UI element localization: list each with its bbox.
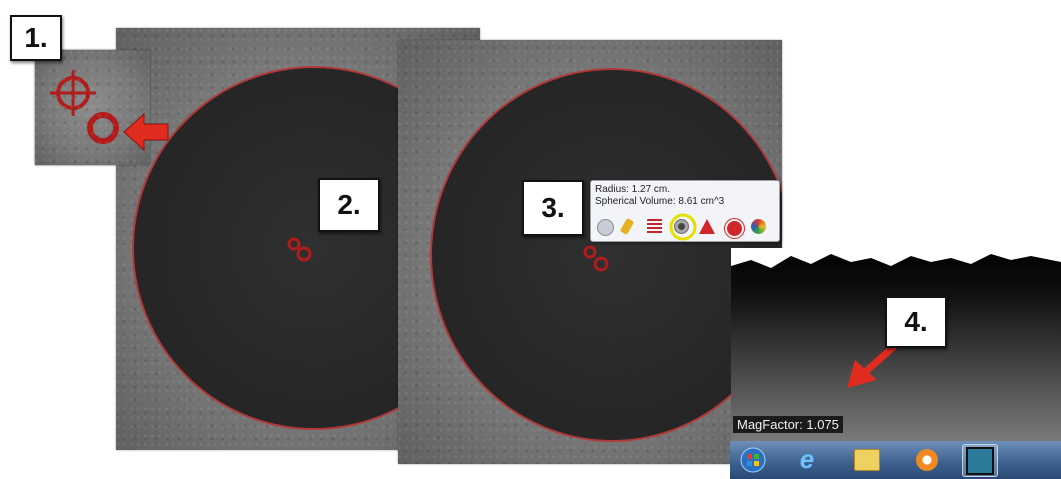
volume-readout: Spherical Volume: 8.61 cm^3 bbox=[595, 196, 725, 207]
magnify-icon[interactable] bbox=[597, 219, 614, 236]
internet-explorer-icon[interactable]: e bbox=[790, 444, 824, 475]
warning-icon[interactable] bbox=[699, 219, 715, 234]
radius-readout: Radius: 1.27 cm. bbox=[595, 184, 671, 195]
windows-start-icon[interactable] bbox=[736, 444, 770, 475]
center-marker-icon bbox=[583, 245, 609, 272]
step-label-2: 2. bbox=[318, 178, 380, 232]
media-player-icon[interactable] bbox=[910, 444, 944, 475]
delete-icon[interactable] bbox=[725, 219, 744, 238]
palette-icon[interactable] bbox=[751, 219, 766, 234]
list-icon[interactable] bbox=[647, 219, 662, 234]
step-label-4: 4. bbox=[885, 296, 947, 348]
file-explorer-icon[interactable] bbox=[850, 444, 884, 475]
step-label-1: 1. bbox=[10, 15, 62, 61]
viewer-app-icon[interactable] bbox=[962, 444, 998, 477]
pen-icon[interactable] bbox=[619, 218, 635, 235]
magfactor-readout: MagFactor: 1.075 bbox=[733, 416, 843, 433]
highlight-ring bbox=[669, 213, 697, 241]
measurement-tooltip: Radius: 1.27 cm. Spherical Volume: 8.61 … bbox=[590, 180, 780, 242]
windows-taskbar: e bbox=[730, 441, 1061, 479]
step-label-3: 3. bbox=[522, 180, 584, 236]
red-arrow-tool bbox=[122, 112, 170, 157]
xray-panel-3 bbox=[398, 40, 782, 464]
